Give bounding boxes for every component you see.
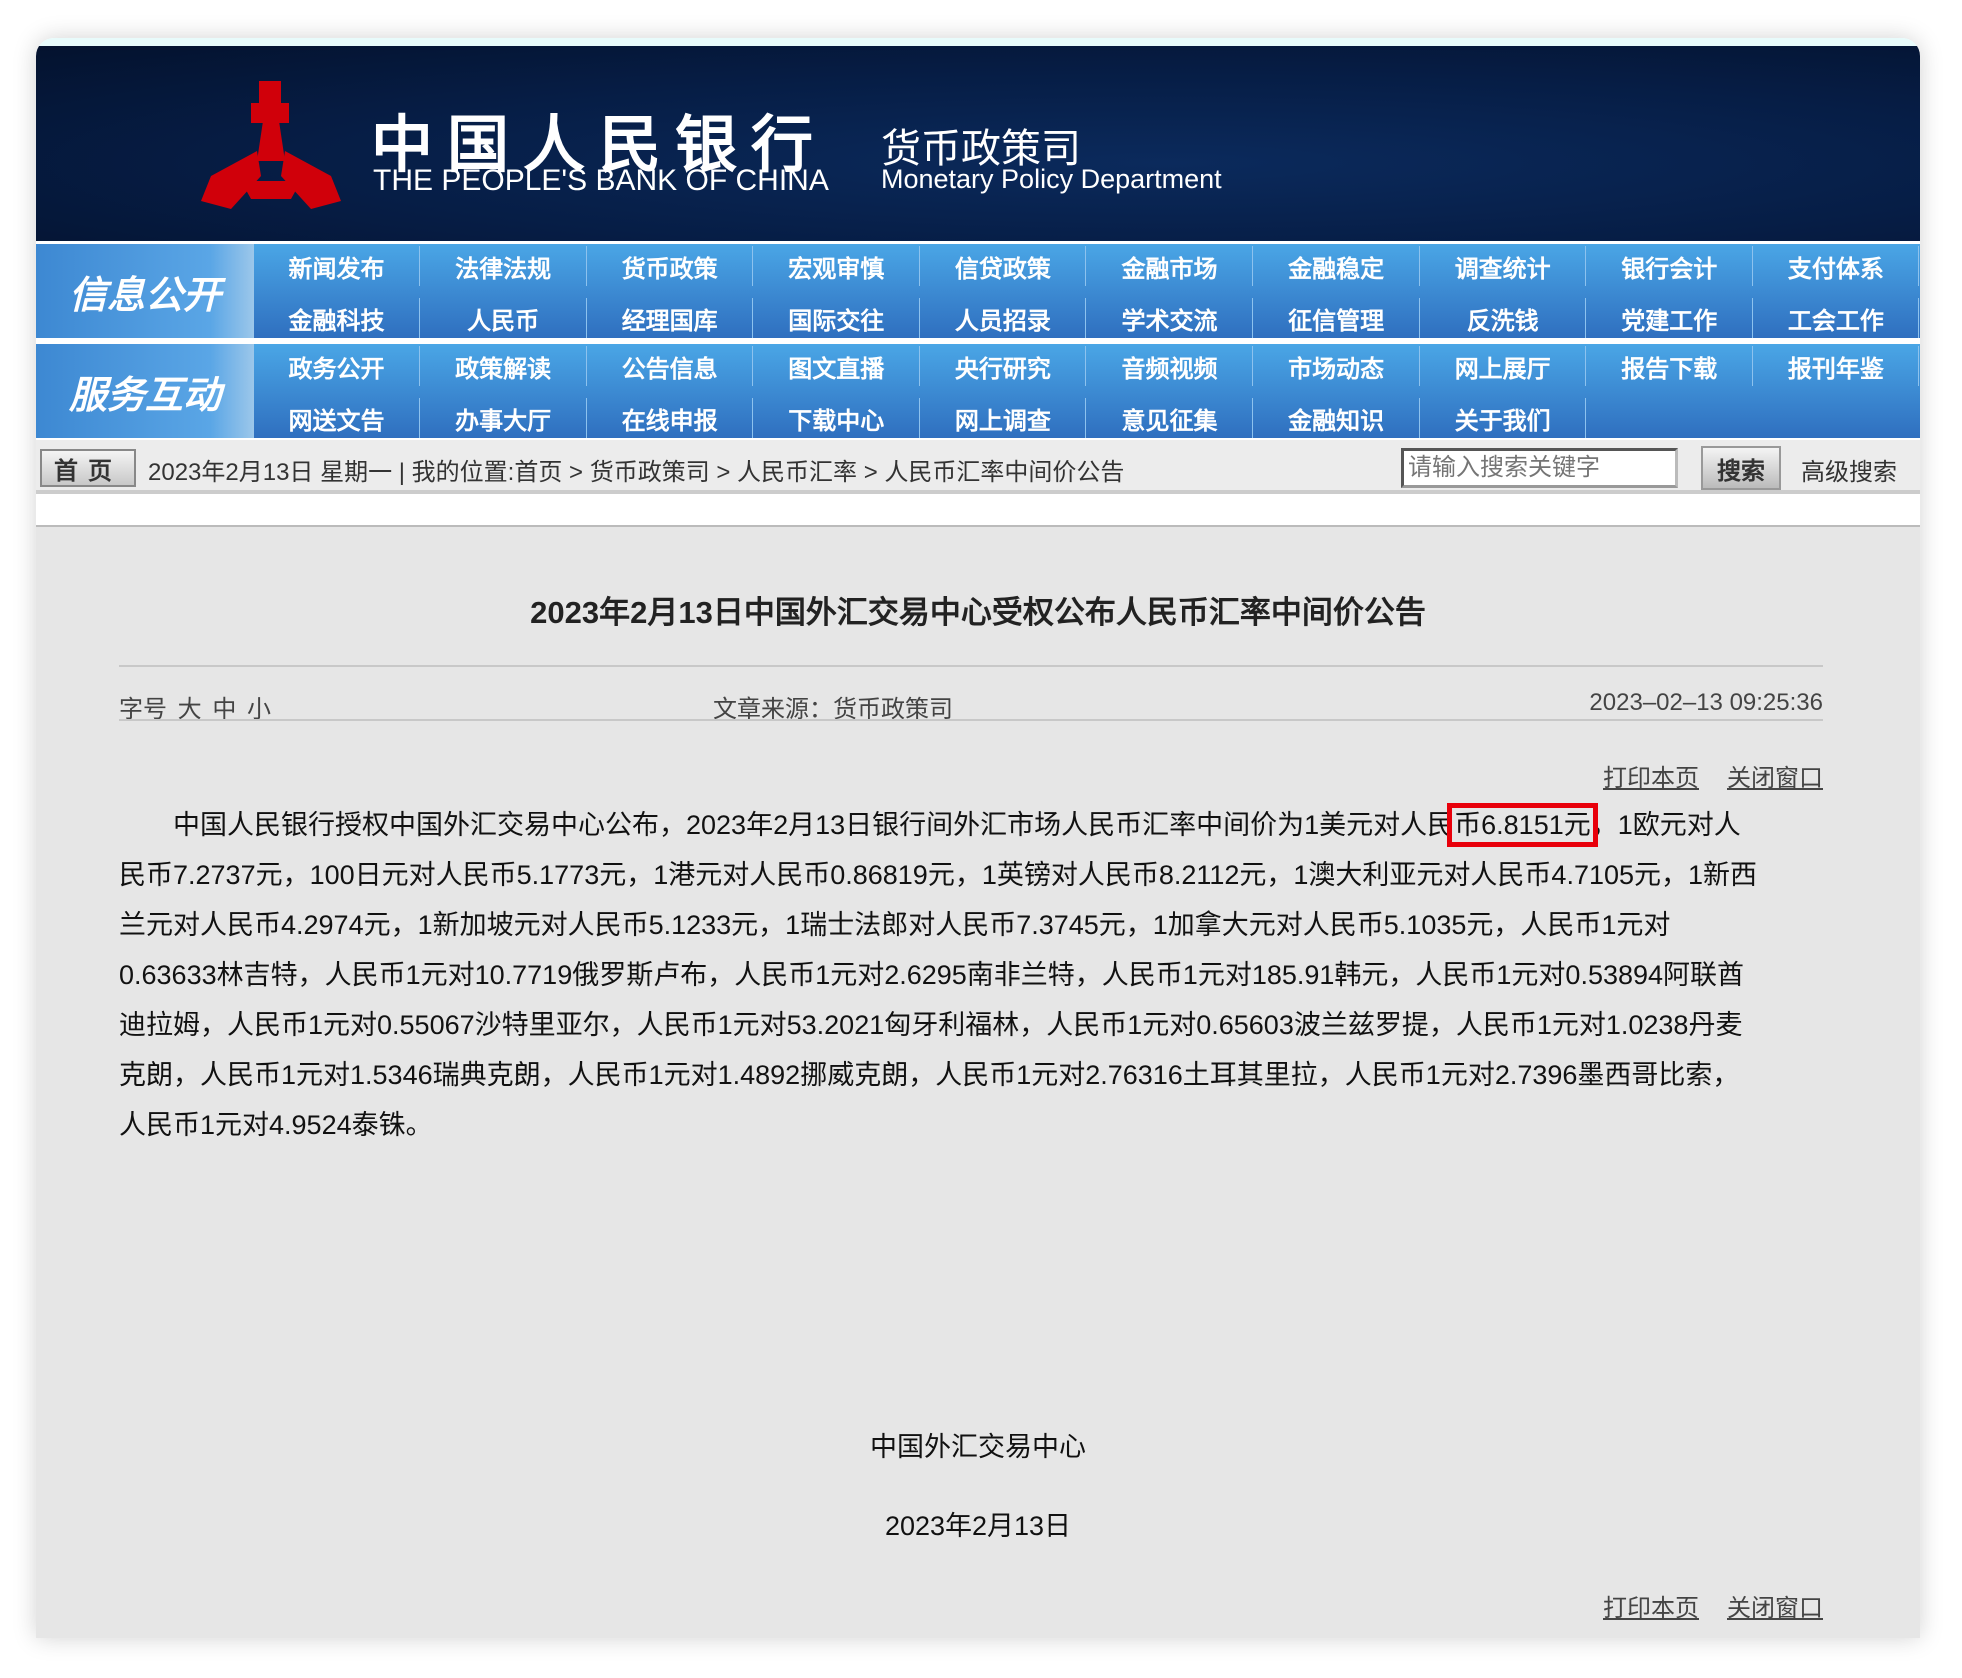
- nav-item[interactable]: 货币政策: [587, 246, 754, 286]
- body-line: 民币7.2737元，100日元对人民币5.1773元，1港元对人民币0.8681…: [119, 860, 1758, 890]
- nav-item[interactable]: 金融知识: [1254, 398, 1420, 438]
- search-input[interactable]: [1401, 448, 1678, 488]
- home-button[interactable]: 首页: [40, 449, 136, 487]
- highlighted-usd-rate: 币6.8151元: [1447, 803, 1598, 847]
- nav-item[interactable]: 信贷政策: [920, 246, 1087, 286]
- article-body: 中国人民银行授权中国外汇交易中心公布，2023年2月13日银行间外汇市场人民币汇…: [119, 800, 1757, 1150]
- header-banner: 中国人民银行 THE PEOPLE'S BANK OF CHINA 货币政策司 …: [36, 38, 1920, 241]
- nav-item[interactable]: 人民币: [421, 298, 587, 338]
- nav-item[interactable]: 宏观审慎: [754, 246, 920, 286]
- sign-date: 2023年2月13日: [884, 1511, 1072, 1541]
- body-line: 人民币1元对4.9524泰铢。: [119, 1110, 433, 1140]
- nav-item[interactable]: 下载中心: [754, 398, 920, 438]
- close-window-link[interactable]: 关闭窗口: [1727, 1588, 1823, 1623]
- article-datetime: 2023–02–13 09:25:36: [1589, 689, 1823, 716]
- nav-service-interaction: 服务互动 政务公开 政策解读 公告信息 图文直播 央行研究 音频视频 市场动态 网上展厅 报告下…: [36, 344, 1920, 438]
- browser-window: 中国人民银行 THE PEOPLE'S BANK OF CHINA 货币政策司 …: [36, 38, 1920, 1638]
- nav-item[interactable]: 网送文告: [254, 398, 420, 438]
- article-title: 2023年2月13日中国外汇交易中心受权公布人民币汇率中间价公告: [530, 595, 1426, 630]
- article-panel: 2023年2月13日中国外汇交易中心受权公布人民币汇率中间价公告 字号 大 中 …: [36, 525, 1920, 1638]
- divider: [119, 719, 1823, 721]
- body-line: 中国人民银行授权中国外汇交易中心公布，2023年2月13日银行间外汇市场人民币汇…: [119, 800, 1757, 850]
- nav-item[interactable]: 报告下载: [1587, 346, 1753, 386]
- signature: 中国外汇交易中心: [870, 1432, 1086, 1462]
- nav-item[interactable]: 学术交流: [1087, 298, 1253, 338]
- nav-item[interactable]: 新闻发布: [254, 246, 420, 286]
- bank-name-en: THE PEOPLE'S BANK OF CHINA: [373, 164, 829, 197]
- nav-item[interactable]: 关于我们: [1420, 398, 1587, 438]
- nav-item[interactable]: 政策解读: [421, 346, 587, 386]
- body-line: 迪拉姆，人民币1元对0.55067沙特里亚尔，人民币1元对53.2021匈牙利福…: [119, 1010, 1743, 1040]
- text: 中国人民银行授权中国外汇交易中心公布，2023年2月13日银行间外汇市场人民币汇…: [119, 810, 1455, 840]
- nav-item[interactable]: 金融科技: [254, 298, 420, 338]
- nav-item[interactable]: 国际交往: [754, 298, 920, 338]
- nav-info-disclosure: 信息公开 新闻发布 法律法规 货币政策 宏观审慎 信贷政策 金融市场 金融稳定 调查统计 银行会…: [36, 244, 1920, 338]
- nav-item[interactable]: 人员招录: [920, 298, 1087, 338]
- nav-item[interactable]: 办事大厅: [421, 398, 587, 438]
- nav-item[interactable]: 网上调查: [920, 398, 1087, 438]
- nav-item[interactable]: 网上展厅: [1420, 346, 1587, 386]
- nav-group-label: 信息公开: [36, 244, 254, 338]
- nav-item[interactable]: 调查统计: [1420, 246, 1587, 286]
- nav-item[interactable]: 意见征集: [1087, 398, 1253, 438]
- nav-item[interactable]: 法律法规: [421, 246, 587, 286]
- nav-item[interactable]: 音频视频: [1087, 346, 1253, 386]
- pboc-logo-icon: [201, 81, 341, 209]
- nav-item[interactable]: 金融稳定: [1254, 246, 1420, 286]
- breadcrumb: 2023年2月13日 星期一 | 我的位置:首页 > 货币政策司 > 人民币汇率…: [148, 459, 1125, 486]
- nav-item[interactable]: 金融市场: [1087, 246, 1253, 286]
- close-window-link[interactable]: 关闭窗口: [1727, 758, 1823, 793]
- nav-item[interactable]: 报刊年鉴: [1753, 346, 1920, 386]
- nav-item[interactable]: 党建工作: [1587, 298, 1753, 338]
- nav-item[interactable]: 政务公开: [254, 346, 420, 386]
- nav-item[interactable]: 市场动态: [1254, 346, 1420, 386]
- nav-item[interactable]: 银行会计: [1587, 246, 1753, 286]
- nav-item[interactable]: 支付体系: [1753, 246, 1920, 286]
- print-link[interactable]: 打印本页: [1603, 758, 1699, 793]
- print-link[interactable]: 打印本页: [1603, 1588, 1699, 1623]
- dept-name-en: Monetary Policy Department: [881, 164, 1222, 194]
- body-line: 兰元对人民币4.2974元，1新加坡元对人民币5.1233元，1瑞士法郎对人民币…: [119, 910, 1671, 940]
- nav-item[interactable]: 图文直播: [754, 346, 920, 386]
- nav-item[interactable]: 征信管理: [1254, 298, 1420, 338]
- nav-group-label: 服务互动: [36, 344, 254, 438]
- nav-item[interactable]: 央行研究: [920, 346, 1087, 386]
- body-line: 0.63633林吉特，人民币1元对10.7719俄罗斯卢布，人民币1元对2.62…: [119, 960, 1745, 990]
- breadcrumb-bar: 首页 2023年2月13日 星期一 | 我的位置:首页 > 货币政策司 > 人民…: [36, 440, 1920, 494]
- body-line: 克朗，人民币1元对1.5346瑞典克朗，人民币1元对1.4892挪威克朗，人民币…: [119, 1060, 1740, 1090]
- nav-item[interactable]: 工会工作: [1753, 298, 1920, 338]
- nav-item[interactable]: 在线申报: [587, 398, 754, 438]
- search-button[interactable]: 搜索: [1701, 446, 1781, 490]
- divider: [119, 665, 1823, 667]
- nav-item[interactable]: 经理国库: [587, 298, 754, 338]
- text: ，1欧元对人: [1590, 810, 1741, 840]
- nav-item[interactable]: 反洗钱: [1420, 298, 1587, 338]
- nav-item[interactable]: 公告信息: [587, 346, 754, 386]
- advanced-search-link[interactable]: 高级搜索: [1801, 452, 1897, 487]
